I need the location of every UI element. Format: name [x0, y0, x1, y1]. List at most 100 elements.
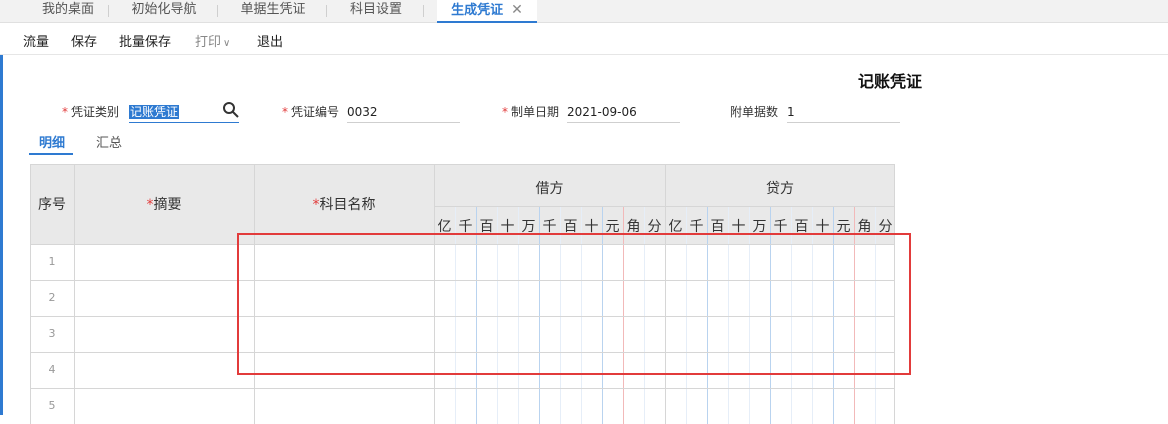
header-account: *科目名称	[254, 194, 434, 214]
digit-header: 角	[626, 219, 641, 235]
digit-header: 万	[752, 219, 767, 235]
header-debit: 借方	[535, 181, 564, 197]
subtab-active-indicator	[29, 153, 73, 155]
tab-bar: 我的桌面 初始化导航 单据生凭证 科目设置 生成凭证 ✕	[0, 0, 1168, 23]
row-number: 1	[48, 255, 56, 268]
summary-cell[interactable]	[75, 389, 254, 424]
tab-account-settings[interactable]: 科目设置	[328, 0, 424, 22]
tab-label: 初始化导航	[131, 2, 197, 17]
header-credit: 贷方	[766, 181, 794, 197]
account-cell[interactable]	[255, 317, 434, 352]
category-label: 凭证类别	[71, 105, 120, 119]
grid-line	[30, 164, 895, 165]
summary-cell[interactable]	[75, 353, 254, 388]
header-summary-label: 摘要	[153, 197, 182, 213]
digit-header: 千	[542, 219, 557, 235]
tab-init-nav[interactable]: 初始化导航	[110, 0, 218, 22]
tab-label: 科目设置	[349, 2, 402, 17]
digit-header: 十	[731, 219, 746, 235]
account-cell[interactable]	[255, 245, 434, 280]
toolbar: 流量 保存 批量保存 打印 ∨ 退出	[0, 23, 1168, 55]
attachments-label: 附单据数	[730, 105, 779, 119]
digit-header: 十	[584, 219, 599, 235]
tab-doc-to-voucher[interactable]: 单据生凭证	[219, 0, 327, 22]
digit-header: 百	[479, 219, 494, 235]
tab-my-desktop[interactable]: 我的桌面	[27, 0, 109, 22]
attachments-value: 1	[787, 105, 795, 119]
digit-header: 十	[500, 219, 515, 235]
row-number: 3	[48, 327, 56, 340]
digit-header: 千	[458, 219, 473, 235]
subtab-summary[interactable]: 汇总	[96, 132, 122, 151]
row-number: 4	[48, 363, 56, 376]
left-accent-bar	[0, 0, 3, 415]
digit-header: 分	[647, 219, 662, 235]
print-button[interactable]: 打印 ∨	[195, 31, 230, 50]
date-label: 制单日期	[511, 105, 560, 119]
print-label: 打印	[195, 35, 222, 50]
tab-label: 单据生凭证	[240, 2, 306, 17]
required-mark: *	[312, 197, 320, 213]
credit-cell[interactable]	[666, 245, 894, 280]
digit-header: 百	[710, 219, 725, 235]
account-cell[interactable]	[255, 281, 434, 316]
attachments-field: 附单据数 1	[730, 103, 902, 123]
debit-cell[interactable]	[435, 281, 665, 316]
digit-header: 万	[521, 219, 536, 235]
attachments-input[interactable]: 1	[787, 103, 900, 123]
digit-header: 千	[773, 219, 788, 235]
number-input[interactable]: 0032	[347, 103, 460, 123]
digit-header: 亿	[437, 219, 452, 235]
digit-header: 亿	[668, 219, 683, 235]
summary-cell[interactable]	[75, 317, 254, 352]
tab-label: 我的桌面	[41, 2, 94, 17]
tab-generate-voucher[interactable]: 生成凭证 ✕	[437, 0, 537, 23]
search-icon[interactable]	[222, 101, 240, 122]
batch-save-button[interactable]: 批量保存	[119, 31, 171, 50]
header-summary: *摘要	[74, 194, 254, 214]
exit-button[interactable]: 退出	[257, 31, 283, 50]
voucher-table: 序号 *摘要 *科目名称 借方 贷方 亿千百十万千百十元角分亿千百十万千百十元角…	[30, 164, 895, 424]
voucher-title: 记账凭证	[858, 72, 923, 91]
digit-header: 角	[857, 219, 872, 235]
debit-cell[interactable]	[435, 317, 665, 352]
number-label: 凭证编号	[291, 105, 340, 119]
digit-header: 百	[794, 219, 809, 235]
debit-cell[interactable]	[435, 389, 665, 424]
voucher-number-field: * 凭证编号 0032	[282, 103, 462, 123]
required-mark: *	[502, 105, 508, 119]
summary-cell[interactable]	[75, 245, 254, 280]
summary-cell[interactable]	[75, 281, 254, 316]
header-account-label: 科目名称	[319, 197, 376, 213]
credit-cell[interactable]	[666, 353, 894, 388]
digit-header: 元	[605, 219, 620, 235]
debit-cell[interactable]	[435, 245, 665, 280]
flow-button[interactable]: 流量	[23, 31, 49, 50]
close-icon[interactable]: ✕	[511, 2, 523, 18]
save-button[interactable]: 保存	[71, 31, 97, 50]
grid-line	[894, 164, 895, 424]
chevron-down-icon: ∨	[223, 38, 231, 49]
credit-cell[interactable]	[666, 281, 894, 316]
account-cell[interactable]	[255, 389, 434, 424]
row-number: 2	[48, 291, 56, 304]
credit-cell[interactable]	[666, 389, 894, 424]
date-input[interactable]: 2021-09-06	[567, 103, 680, 123]
digit-header: 分	[878, 219, 893, 235]
number-value: 0032	[347, 105, 378, 119]
tab-label: 生成凭证	[451, 3, 504, 18]
voucher-category-field: * 凭证类别 记账凭证	[62, 101, 242, 123]
date-value: 2021-09-06	[567, 105, 637, 119]
digit-header: 千	[689, 219, 704, 235]
row-number: 5	[48, 399, 56, 412]
debit-cell[interactable]	[435, 353, 665, 388]
digit-header: 元	[836, 219, 851, 235]
account-cell[interactable]	[255, 353, 434, 388]
voucher-date-field: * 制单日期 2021-09-06	[502, 103, 682, 123]
required-mark: *	[146, 197, 154, 213]
subtab-detail[interactable]: 明细	[39, 132, 65, 151]
digit-header: 十	[815, 219, 830, 235]
category-value: 记账凭证	[129, 105, 180, 119]
credit-cell[interactable]	[666, 317, 894, 352]
required-mark: *	[282, 105, 288, 119]
